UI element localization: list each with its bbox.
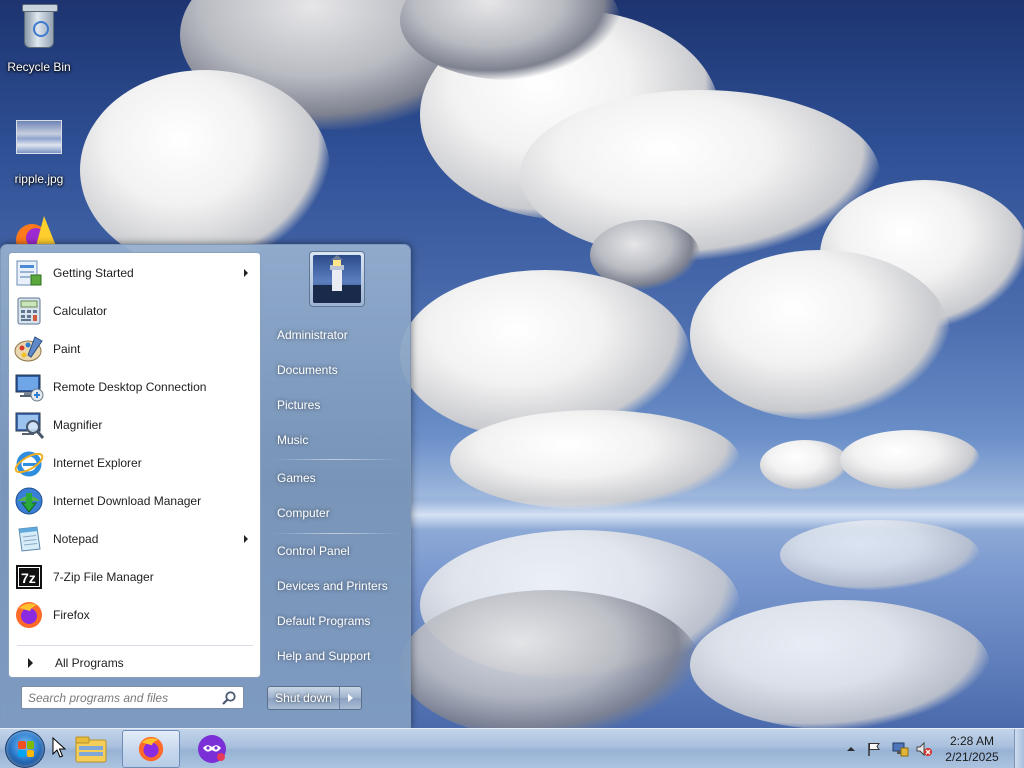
firefox-icon <box>138 736 164 762</box>
user-account-picture[interactable] <box>309 251 365 307</box>
start-link-administrator[interactable]: Administrator <box>265 320 405 350</box>
program-label: Calculator <box>53 304 108 318</box>
clock-time: 2:28 AM <box>949 734 995 748</box>
start-menu-programs-pane: Getting Started Calculator Paint Remote … <box>8 252 261 678</box>
remote-desktop-icon <box>13 371 45 403</box>
start-link-help-and-support[interactable]: Help and Support <box>265 641 405 671</box>
all-programs-label: All Programs <box>55 656 124 670</box>
vpn-app-icon <box>198 735 226 763</box>
submenu-arrow-icon[interactable] <box>244 269 248 277</box>
desktop-icon-ripple-jpg[interactable]: ripple.jpg <box>1 112 77 186</box>
system-clock[interactable]: 2:28 AM 2/21/2025 <box>930 733 1014 765</box>
start-menu: Getting Started Calculator Paint Remote … <box>0 244 411 728</box>
program-label: Getting Started <box>53 266 134 280</box>
taskbar-firefox[interactable] <box>122 730 180 768</box>
volume-muted-icon[interactable] <box>915 741 932 757</box>
start-link-label: Music <box>277 433 309 447</box>
program-label: Remote Desktop Connection <box>53 380 207 394</box>
program-calculator[interactable]: Calculator <box>11 293 258 329</box>
program-label: Notepad <box>53 532 99 546</box>
expand-arrow-icon <box>28 658 33 668</box>
program-label: Internet Explorer <box>53 456 142 470</box>
shutdown-button-group: Shut down <box>267 686 362 710</box>
start-link-music[interactable]: Music <box>265 425 405 455</box>
start-link-devices-and-printers[interactable]: Devices and Printers <box>265 571 405 601</box>
show-hidden-icons-arrow[interactable] <box>843 741 859 757</box>
start-link-label: Help and Support <box>277 649 371 663</box>
program-label: Firefox <box>53 608 90 622</box>
start-link-control-panel[interactable]: Control Panel <box>265 536 405 566</box>
submenu-arrow-icon[interactable] <box>244 535 248 543</box>
start-link-label: Games <box>277 471 316 485</box>
program-notepad[interactable]: Notepad <box>11 521 258 557</box>
clock-date: 2/21/2025 <box>945 750 999 764</box>
start-link-default-programs[interactable]: Default Programs <box>265 606 405 636</box>
desktop-icon-label: ripple.jpg <box>14 172 64 186</box>
windows-logo-icon <box>18 741 34 757</box>
start-link-label: Computer <box>277 506 330 520</box>
program-label: Paint <box>53 342 81 356</box>
taskbar: 2:28 AM 2/21/2025 <box>0 728 1024 768</box>
start-link-documents[interactable]: Documents <box>265 355 405 385</box>
taskbar-windows-explorer[interactable] <box>62 730 120 768</box>
start-search-box[interactable] <box>21 686 244 709</box>
program-label: 7-Zip File Manager <box>53 570 154 584</box>
program-7zip-file-manager[interactable]: 7z 7-Zip File Manager <box>11 559 258 595</box>
calculator-icon <box>13 295 45 327</box>
start-link-games[interactable]: Games <box>265 463 405 493</box>
start-link-pictures[interactable]: Pictures <box>265 390 405 420</box>
start-link-label: Pictures <box>277 398 321 412</box>
search-input[interactable] <box>22 687 218 708</box>
start-link-label: Documents <box>277 363 338 377</box>
program-remote-desktop-connection[interactable]: Remote Desktop Connection <box>11 369 258 405</box>
mouse-cursor-icon <box>52 736 67 759</box>
all-programs-button[interactable]: All Programs <box>17 651 257 675</box>
windows-explorer-icon <box>75 736 107 763</box>
network-icon[interactable] <box>891 741 909 757</box>
program-internet-explorer[interactable]: Internet Explorer <box>11 445 258 481</box>
start-link-label: Default Programs <box>277 614 371 628</box>
programs-separator <box>17 645 253 646</box>
shutdown-button[interactable]: Shut down <box>268 687 340 709</box>
desktop-icon-label: Recycle Bin <box>7 60 71 74</box>
image-file-icon <box>15 120 63 168</box>
start-button[interactable] <box>5 730 45 768</box>
7zip-icon: 7z <box>13 561 45 593</box>
program-magnifier[interactable]: Magnifier <box>11 407 258 443</box>
program-internet-download-manager[interactable]: Internet Download Manager <box>11 483 258 519</box>
search-icon[interactable] <box>221 690 237 706</box>
action-center-flag-icon[interactable] <box>866 741 882 757</box>
program-paint[interactable]: Paint <box>11 331 258 367</box>
program-label: Magnifier <box>53 418 103 432</box>
getting-started-icon <box>13 257 45 289</box>
desktop-icon-recycle-bin[interactable]: Recycle Bin <box>1 4 77 74</box>
paint-icon <box>13 333 45 365</box>
start-link-computer[interactable]: Computer <box>265 498 405 528</box>
lighthouse-avatar-icon <box>313 255 361 303</box>
start-link-label: Control Panel <box>277 544 350 558</box>
start-link-label: Administrator <box>277 328 348 342</box>
taskbar-vpn-app[interactable] <box>183 730 241 768</box>
firefox-shortcut-icon[interactable] <box>14 212 62 256</box>
magnifier-icon <box>13 409 45 441</box>
download-manager-icon <box>13 485 45 517</box>
program-firefox[interactable]: Firefox <box>11 597 258 633</box>
right-pane-separator <box>271 533 401 534</box>
internet-explorer-icon <box>13 447 45 479</box>
start-link-label: Devices and Printers <box>277 579 388 593</box>
right-pane-separator <box>271 459 401 460</box>
shutdown-options-arrow-icon[interactable] <box>340 687 361 709</box>
show-desktop-button[interactable] <box>1014 729 1024 768</box>
recycle-bin-icon <box>15 4 63 56</box>
svg-text:7z: 7z <box>21 570 36 586</box>
firefox-icon <box>13 599 45 631</box>
program-label: Internet Download Manager <box>53 494 202 508</box>
program-getting-started[interactable]: Getting Started <box>11 255 258 291</box>
notepad-icon <box>13 523 45 555</box>
